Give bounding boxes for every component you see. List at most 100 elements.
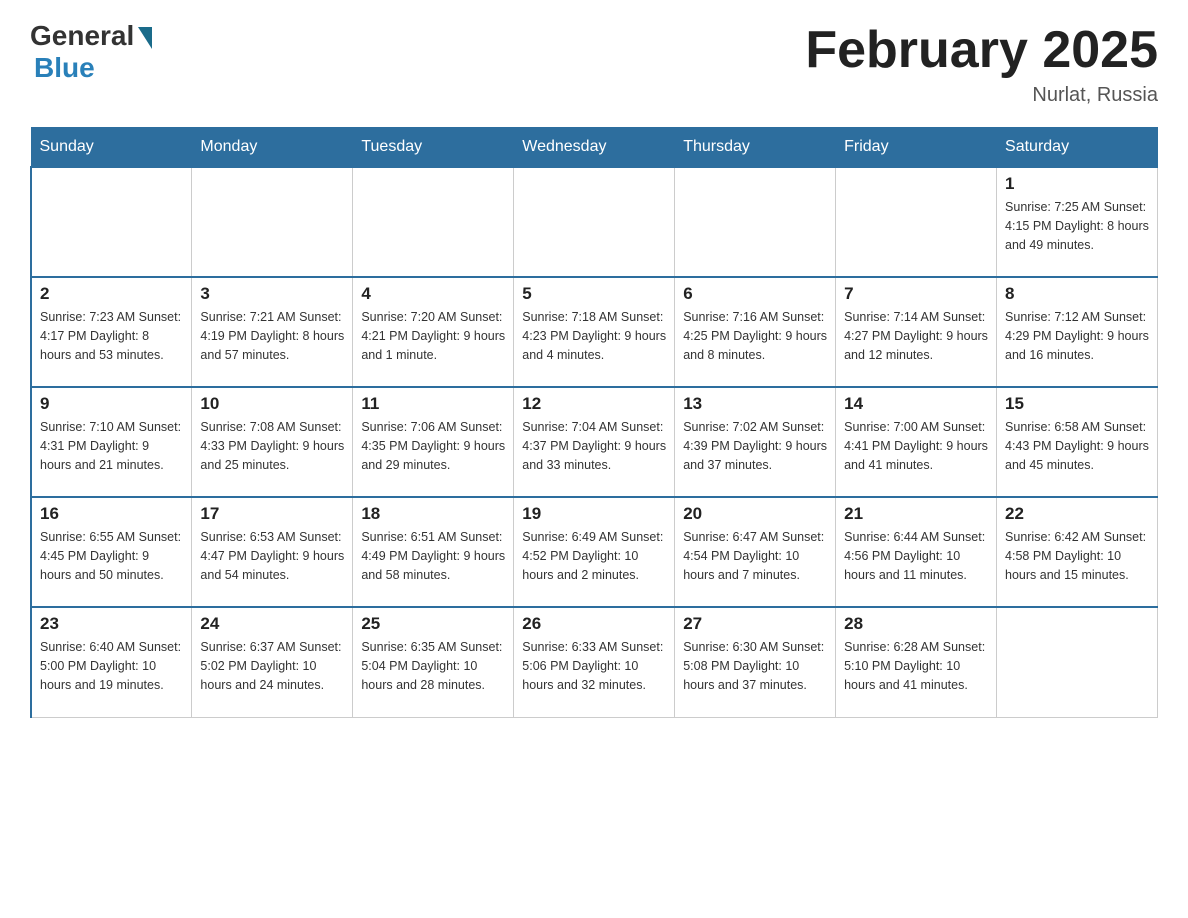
day-number: 10: [200, 394, 344, 414]
day-number: 4: [361, 284, 505, 304]
calendar-day-cell: 12 Sunrise: 7:04 AM Sunset: 4:37 PM Dayli…: [514, 387, 675, 497]
day-info: Sunrise: 7:08 AM Sunset: 4:33 PM Dayligh…: [200, 418, 344, 474]
calendar-day-cell: [997, 607, 1158, 717]
day-of-week-header: Saturday: [997, 128, 1158, 168]
day-number: 2: [40, 284, 183, 304]
day-info: Sunrise: 6:33 AM Sunset: 5:06 PM Dayligh…: [522, 638, 666, 694]
day-number: 8: [1005, 284, 1149, 304]
day-number: 27: [683, 614, 827, 634]
day-info: Sunrise: 7:04 AM Sunset: 4:37 PM Dayligh…: [522, 418, 666, 474]
month-title: February 2025: [805, 20, 1158, 80]
calendar-day-cell: 1Sunrise: 7:25 AM Sunset: 4:15 PM Daylig…: [997, 167, 1158, 277]
day-info: Sunrise: 6:44 AM Sunset: 4:56 PM Dayligh…: [844, 528, 988, 584]
day-number: 28: [844, 614, 988, 634]
calendar-day-cell: 19Sunrise: 6:49 AM Sunset: 4:52 PM Dayli…: [514, 497, 675, 607]
day-number: 16: [40, 504, 183, 524]
day-number: 6: [683, 284, 827, 304]
calendar-header: SundayMondayTuesdayWednesdayThursdayFrid…: [31, 128, 1158, 168]
day-number: 23: [40, 614, 183, 634]
calendar-day-cell: 13 Sunrise: 7:02 AM Sunset: 4:39 PM Dayli…: [675, 387, 836, 497]
day-info: Sunrise: 6:42 AM Sunset: 4:58 PM Dayligh…: [1005, 528, 1149, 584]
calendar-day-cell: 23 Sunrise: 6:40 AM Sunset: 5:00 PM Dayli…: [31, 607, 192, 717]
day-number: 17: [200, 504, 344, 524]
calendar-day-cell: 24 Sunrise: 6:37 AM Sunset: 5:02 PM Dayli…: [192, 607, 353, 717]
calendar-day-cell: 27Sunrise: 6:30 AM Sunset: 5:08 PM Dayli…: [675, 607, 836, 717]
calendar-day-cell: 8 Sunrise: 7:12 AM Sunset: 4:29 PM Daylig…: [997, 277, 1158, 387]
day-number: 22: [1005, 504, 1149, 524]
logo-general-text: General: [30, 20, 134, 52]
day-info: Sunrise: 6:53 AM Sunset: 4:47 PM Dayligh…: [200, 528, 344, 584]
logo: General Blue: [30, 20, 152, 84]
day-info: Sunrise: 7:10 AM Sunset: 4:31 PM Dayligh…: [40, 418, 183, 474]
calendar-day-cell: 26 Sunrise: 6:33 AM Sunset: 5:06 PM Dayli…: [514, 607, 675, 717]
day-info: Sunrise: 7:06 AM Sunset: 4:35 PM Dayligh…: [361, 418, 505, 474]
calendar-day-cell: 9 Sunrise: 7:10 AM Sunset: 4:31 PM Daylig…: [31, 387, 192, 497]
day-info: Sunrise: 7:20 AM Sunset: 4:21 PM Dayligh…: [361, 308, 505, 364]
calendar-body: 1Sunrise: 7:25 AM Sunset: 4:15 PM Daylig…: [31, 167, 1158, 717]
calendar-day-cell: 3 Sunrise: 7:21 AM Sunset: 4:19 PM Daylig…: [192, 277, 353, 387]
calendar-day-cell: 5Sunrise: 7:18 AM Sunset: 4:23 PM Daylig…: [514, 277, 675, 387]
calendar-day-cell: 28Sunrise: 6:28 AM Sunset: 5:10 PM Dayli…: [836, 607, 997, 717]
calendar-day-cell: [836, 167, 997, 277]
day-number: 20: [683, 504, 827, 524]
calendar-day-cell: 14 Sunrise: 7:00 AM Sunset: 4:41 PM Dayli…: [836, 387, 997, 497]
calendar-day-cell: 21 Sunrise: 6:44 AM Sunset: 4:56 PM Dayli…: [836, 497, 997, 607]
calendar-day-cell: 22 Sunrise: 6:42 AM Sunset: 4:58 PM Dayli…: [997, 497, 1158, 607]
day-number: 7: [844, 284, 988, 304]
calendar-week-row: 16 Sunrise: 6:55 AM Sunset: 4:45 PM Dayli…: [31, 497, 1158, 607]
day-info: Sunrise: 6:51 AM Sunset: 4:49 PM Dayligh…: [361, 528, 505, 584]
day-info: Sunrise: 7:23 AM Sunset: 4:17 PM Dayligh…: [40, 308, 183, 364]
day-of-week-header: Friday: [836, 128, 997, 168]
day-number: 14: [844, 394, 988, 414]
day-info: Sunrise: 7:21 AM Sunset: 4:19 PM Dayligh…: [200, 308, 344, 364]
day-number: 18: [361, 504, 505, 524]
calendar-day-cell: 4 Sunrise: 7:20 AM Sunset: 4:21 PM Daylig…: [353, 277, 514, 387]
calendar-day-cell: 11 Sunrise: 7:06 AM Sunset: 4:35 PM Dayli…: [353, 387, 514, 497]
day-number: 26: [522, 614, 666, 634]
calendar-day-cell: 17 Sunrise: 6:53 AM Sunset: 4:47 PM Dayli…: [192, 497, 353, 607]
day-info: Sunrise: 7:12 AM Sunset: 4:29 PM Dayligh…: [1005, 308, 1149, 364]
calendar-day-cell: 20 Sunrise: 6:47 AM Sunset: 4:54 PM Dayli…: [675, 497, 836, 607]
days-of-week-row: SundayMondayTuesdayWednesdayThursdayFrid…: [31, 128, 1158, 168]
day-of-week-header: Sunday: [31, 128, 192, 168]
calendar-day-cell: [514, 167, 675, 277]
day-info: Sunrise: 6:55 AM Sunset: 4:45 PM Dayligh…: [40, 528, 183, 584]
day-number: 3: [200, 284, 344, 304]
day-number: 24: [200, 614, 344, 634]
day-number: 9: [40, 394, 183, 414]
day-info: Sunrise: 7:02 AM Sunset: 4:39 PM Dayligh…: [683, 418, 827, 474]
calendar-day-cell: 2 Sunrise: 7:23 AM Sunset: 4:17 PM Daylig…: [31, 277, 192, 387]
calendar-day-cell: 16 Sunrise: 6:55 AM Sunset: 4:45 PM Dayli…: [31, 497, 192, 607]
logo-triangle-icon: [138, 27, 152, 49]
day-number: 21: [844, 504, 988, 524]
calendar-day-cell: 6 Sunrise: 7:16 AM Sunset: 4:25 PM Daylig…: [675, 277, 836, 387]
title-block: February 2025 Nurlat, Russia: [805, 20, 1158, 107]
day-number: 1: [1005, 174, 1149, 194]
day-number: 12: [522, 394, 666, 414]
day-number: 11: [361, 394, 505, 414]
calendar-day-cell: 7 Sunrise: 7:14 AM Sunset: 4:27 PM Daylig…: [836, 277, 997, 387]
day-info: Sunrise: 6:37 AM Sunset: 5:02 PM Dayligh…: [200, 638, 344, 694]
calendar-day-cell: [353, 167, 514, 277]
calendar-table: SundayMondayTuesdayWednesdayThursdayFrid…: [30, 127, 1158, 718]
day-of-week-header: Monday: [192, 128, 353, 168]
day-info: Sunrise: 6:35 AM Sunset: 5:04 PM Dayligh…: [361, 638, 505, 694]
day-info: Sunrise: 7:00 AM Sunset: 4:41 PM Dayligh…: [844, 418, 988, 474]
day-info: Sunrise: 6:40 AM Sunset: 5:00 PM Dayligh…: [40, 638, 183, 694]
calendar-day-cell: [675, 167, 836, 277]
calendar-day-cell: 10 Sunrise: 7:08 AM Sunset: 4:33 PM Dayli…: [192, 387, 353, 497]
calendar-day-cell: 18 Sunrise: 6:51 AM Sunset: 4:49 PM Dayli…: [353, 497, 514, 607]
day-number: 15: [1005, 394, 1149, 414]
day-number: 25: [361, 614, 505, 634]
day-info: Sunrise: 6:58 AM Sunset: 4:43 PM Dayligh…: [1005, 418, 1149, 474]
day-info: Sunrise: 6:47 AM Sunset: 4:54 PM Dayligh…: [683, 528, 827, 584]
day-of-week-header: Wednesday: [514, 128, 675, 168]
day-of-week-header: Tuesday: [353, 128, 514, 168]
day-number: 19: [522, 504, 666, 524]
day-info: Sunrise: 7:14 AM Sunset: 4:27 PM Dayligh…: [844, 308, 988, 364]
day-info: Sunrise: 7:16 AM Sunset: 4:25 PM Dayligh…: [683, 308, 827, 364]
calendar-week-row: 1Sunrise: 7:25 AM Sunset: 4:15 PM Daylig…: [31, 167, 1158, 277]
location-text: Nurlat, Russia: [805, 84, 1158, 107]
day-number: 13: [683, 394, 827, 414]
calendar-day-cell: 25 Sunrise: 6:35 AM Sunset: 5:04 PM Dayli…: [353, 607, 514, 717]
